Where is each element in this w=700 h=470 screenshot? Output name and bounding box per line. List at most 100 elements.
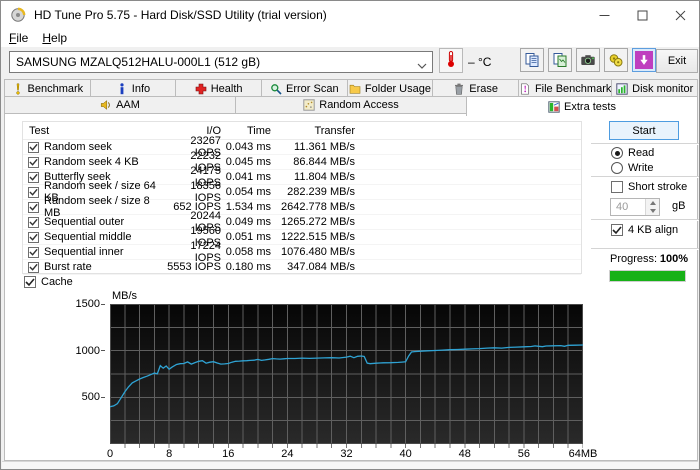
- write-label: Write: [628, 162, 653, 174]
- tab-row-2: AAMRandom AccessExtra tests: [4, 96, 698, 114]
- write-radio[interactable]: Write: [611, 162, 653, 174]
- tab-info[interactable]: Info: [90, 79, 177, 97]
- x-tick-24: 24: [281, 448, 293, 460]
- menubar: File Help: [1, 29, 699, 47]
- separator: [591, 248, 699, 250]
- results-table: Test I/O Time Transfer Random seek23267 …: [22, 121, 582, 274]
- tab-random-access[interactable]: Random Access: [235, 96, 467, 114]
- cell-transfer: 282.239 MB/s: [271, 186, 355, 198]
- x-tick-48: 48: [459, 448, 471, 460]
- test-name: Sequential middle: [44, 231, 131, 243]
- x-tick-16: 16: [222, 448, 234, 460]
- x-tick-0: 0: [107, 448, 113, 460]
- tab-extra-tests[interactable]: Extra tests: [466, 96, 698, 116]
- table-header: Test I/O Time Transfer: [23, 122, 581, 140]
- disk-monitor-icon: [616, 83, 628, 95]
- chevron-down-icon: [417, 59, 427, 66]
- row-checkbox[interactable]: [28, 232, 39, 243]
- progress-value: 100%: [660, 253, 688, 265]
- cell-time: 0.045 ms: [221, 156, 271, 168]
- column-test: Test: [23, 125, 163, 137]
- maximize-button[interactable]: [623, 1, 661, 29]
- align-checkbox[interactable]: 4 KB align: [611, 224, 678, 236]
- read-radio-circle[interactable]: [611, 147, 623, 159]
- column-time: Time: [221, 125, 271, 137]
- cache-box[interactable]: [24, 276, 36, 288]
- tab-health[interactable]: Health: [175, 79, 262, 97]
- separator: [591, 176, 699, 178]
- tab-folder-usage[interactable]: Folder Usage: [347, 79, 434, 97]
- row-checkbox[interactable]: [28, 202, 39, 213]
- menu-help[interactable]: Help: [42, 31, 67, 45]
- short-stroke-checkbox[interactable]: Short stroke: [611, 181, 687, 193]
- exit-label: Exit: [668, 55, 686, 67]
- cell-io: 5553 IOPS: [163, 261, 221, 273]
- short-stroke-box[interactable]: [611, 181, 623, 193]
- drive-selector[interactable]: SAMSUNG MZALQ512HALU-000L1 (512 gB): [9, 51, 433, 73]
- cell-transfer: 1076.480 MB/s: [271, 246, 355, 258]
- y-tick-1000: 1000: [73, 345, 105, 357]
- progress-bar: [609, 270, 686, 282]
- column-transfer: Transfer: [271, 125, 355, 137]
- thermometer-icon: [444, 50, 458, 71]
- progress-fill: [610, 271, 685, 281]
- tab-file-benchmark[interactable]: File Benchmark: [518, 79, 612, 97]
- copy-image-button[interactable]: [548, 48, 572, 72]
- spinner-up-icon[interactable]: [646, 199, 659, 207]
- table-body: Random seek23267 IOPS0.043 ms11.361 MB/s…: [23, 140, 581, 275]
- minimize-button[interactable]: [585, 1, 623, 29]
- folder-usage-icon: [349, 83, 361, 95]
- spinner-down-icon[interactable]: [646, 207, 659, 215]
- save-results-button[interactable]: [604, 48, 628, 72]
- save-disks-icon: [608, 52, 624, 68]
- copy-text-button[interactable]: [520, 48, 544, 72]
- tab-error-scan[interactable]: Error Scan: [261, 79, 348, 97]
- row-checkbox[interactable]: [28, 142, 39, 153]
- copy-icon: [524, 52, 540, 68]
- row-checkbox[interactable]: [28, 262, 39, 273]
- file-benchmark-icon: [519, 83, 531, 95]
- x-tick-40: 40: [400, 448, 412, 460]
- exit-button[interactable]: Exit: [656, 49, 698, 73]
- write-radio-circle[interactable]: [611, 162, 623, 174]
- cell-test: Random seek: [23, 141, 163, 153]
- aam-icon: [100, 99, 112, 111]
- spinner-buttons: [645, 199, 659, 215]
- test-name: Sequential inner: [44, 246, 124, 258]
- row-checkbox[interactable]: [28, 217, 39, 228]
- cache-checkbox[interactable]: Cache: [24, 276, 73, 288]
- tab-disk-monitor[interactable]: Disk monitor: [611, 79, 698, 97]
- align-box[interactable]: [611, 224, 623, 236]
- short-stroke-size-spinner[interactable]: 40: [610, 198, 660, 216]
- tab-erase[interactable]: Erase: [432, 79, 519, 97]
- x-tick-56: 56: [518, 448, 530, 460]
- progress-label: Progress:: [610, 253, 657, 265]
- y-tick-1500: 1500: [73, 298, 105, 310]
- gb-unit-label: gB: [672, 200, 685, 212]
- table-row: Sequential inner17224 IOPS0.058 ms1076.4…: [23, 245, 581, 260]
- read-radio[interactable]: Read: [611, 147, 654, 159]
- cell-time: 0.041 ms: [221, 171, 271, 183]
- x-tick-8: 8: [166, 448, 172, 460]
- row-checkbox[interactable]: [28, 157, 39, 168]
- table-row: Random seek23267 IOPS0.043 ms11.361 MB/s: [23, 140, 581, 155]
- table-row: Random seek 4 KB22232 IOPS0.045 ms86.844…: [23, 155, 581, 170]
- table-row: Sequential outer20244 IOPS0.049 ms1265.2…: [23, 215, 581, 230]
- start-button[interactable]: Start: [609, 121, 679, 140]
- menu-file[interactable]: File: [9, 31, 28, 45]
- tab-label: Health: [211, 83, 243, 95]
- start-label: Start: [632, 125, 655, 137]
- health-icon: [195, 83, 207, 95]
- align-label: 4 KB align: [628, 224, 678, 236]
- temperature-button[interactable]: [439, 48, 463, 73]
- export-button[interactable]: [632, 48, 656, 72]
- tab-aam[interactable]: AAM: [4, 96, 236, 114]
- cell-transfer: 1222.515 MB/s: [271, 231, 355, 243]
- cell-test: Burst rate: [23, 261, 163, 273]
- row-checkbox[interactable]: [28, 247, 39, 258]
- tab-benchmark[interactable]: Benchmark: [4, 79, 91, 97]
- tab-label: Error Scan: [286, 83, 339, 95]
- drive-selector-value: SAMSUNG MZALQ512HALU-000L1 (512 gB): [16, 55, 260, 69]
- screenshot-button[interactable]: [576, 48, 600, 72]
- close-button[interactable]: [661, 1, 699, 29]
